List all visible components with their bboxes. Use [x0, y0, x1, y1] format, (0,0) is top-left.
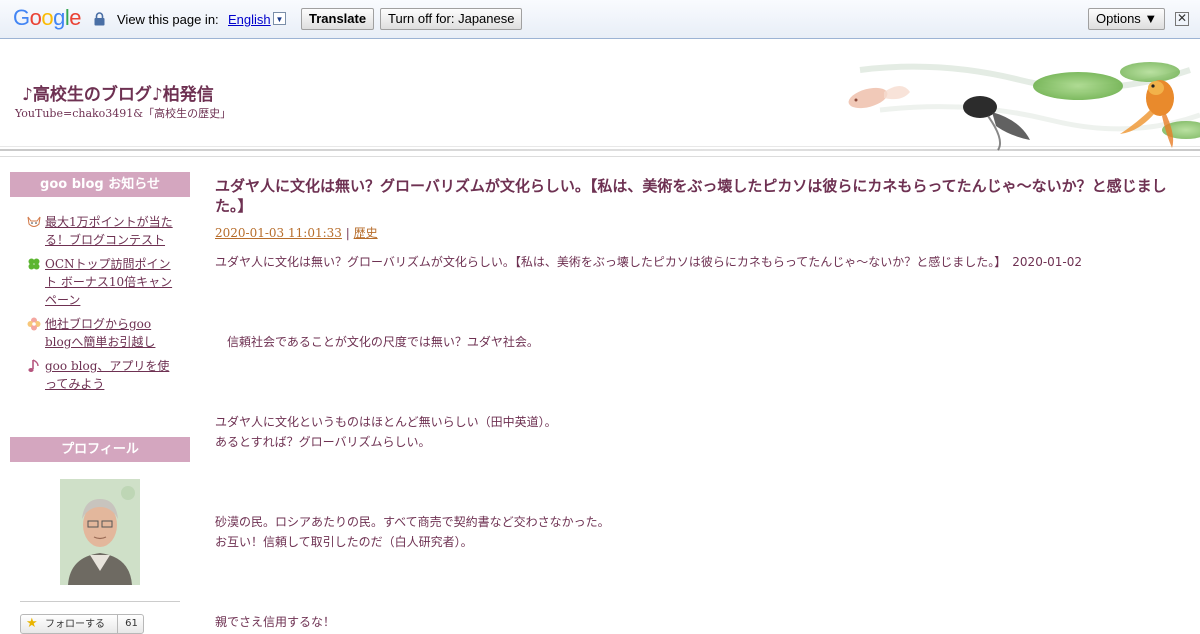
- header-divider: [0, 156, 1200, 157]
- profile-photo: [60, 479, 140, 585]
- follower-count: 61: [117, 615, 145, 633]
- blog-title[interactable]: ♪高校生のブログ♪柏発信: [22, 80, 214, 105]
- goldfish-header-art: [848, 62, 1200, 151]
- list-item[interactable]: 最大1万ポイントが当たる！ブログコンテスト: [27, 213, 177, 249]
- profile-heading: プロフィール: [10, 437, 190, 462]
- blog-header: ♪高校生のブログ♪柏発信 YouTube=chako3491&「高校生の歴史」: [0, 40, 1200, 157]
- notice-list: 最大1万ポイントが当たる！ブログコンテスト OCNトップ訪問ポイント ボーナス1…: [27, 213, 177, 399]
- translate-button[interactable]: Translate: [301, 8, 375, 30]
- avatar[interactable]: [60, 479, 140, 585]
- post-body-line: あるとすれば？グローバリズムらしい。: [215, 435, 431, 449]
- post-body-line: 砂漠の民。ロシアあたりの民。すべて商売で契約書など交わさなかった。: [215, 515, 610, 529]
- notice-heading: goo blog お知らせ: [10, 172, 190, 197]
- options-button[interactable]: Options ▼: [1088, 8, 1166, 30]
- notice-link[interactable]: 他社ブログからgoo blogへ簡単お引越し: [45, 317, 155, 349]
- google-translate-bar: Google View this page in: English ▼ Tran…: [0, 0, 1200, 39]
- post-datetime-link[interactable]: 2020-01-03 11:01:33: [215, 226, 342, 240]
- google-logo: Google: [13, 5, 82, 30]
- close-icon[interactable]: ✕: [1175, 12, 1189, 26]
- post-meta: 2020-01-03 11:01:33 | 歴史: [215, 224, 378, 241]
- meta-separator: |: [345, 226, 350, 240]
- list-item[interactable]: 他社ブログからgoo blogへ簡単お引越し: [27, 315, 177, 351]
- notice-link[interactable]: OCNトップ訪問ポイント ボーナス10倍キャンペーン: [45, 257, 172, 307]
- notice-link[interactable]: 最大1万ポイントが当たる！ブログコンテスト: [45, 215, 173, 247]
- fox-icon: [27, 216, 41, 227]
- post-title[interactable]: ユダヤ人に文化は無い？グローバリズムが文化らしい。【私は、美術をぶっ壊したピカソ…: [215, 176, 1180, 216]
- follow-button[interactable]: ★ フォローする 61: [20, 614, 144, 634]
- sidebar-divider: [20, 601, 180, 602]
- list-item[interactable]: goo blog、アプリを使ってみよう: [27, 357, 177, 393]
- list-item[interactable]: OCNトップ訪問ポイント ボーナス10倍キャンペーン: [27, 255, 177, 309]
- post-body-line: 信頼社会であることが文化の尺度では無い？ユダヤ社会。: [215, 335, 539, 349]
- post-body-line: 親でさえ信用するな！: [215, 615, 336, 629]
- post-body-line: ユダヤ人に文化は無い？グローバリズムが文化らしい。【私は、美術をぶっ壊したピカソ…: [215, 255, 1083, 269]
- blog-subtitle: YouTube=chako3491&「高校生の歴史」: [15, 107, 232, 120]
- post-body-line: お互い！信頼して取引したのだ（白人研究者）。: [215, 535, 473, 549]
- music-note-icon: [28, 359, 39, 372]
- post-category-link[interactable]: 歴史: [354, 226, 378, 240]
- flower-icon: [27, 317, 41, 331]
- post-body-line: ユダヤ人に文化というものはほとんど無いらしい（田中英道）。: [215, 415, 557, 429]
- lock-icon: [94, 12, 105, 26]
- turn-off-button[interactable]: Turn off for: Japanese: [380, 8, 523, 30]
- dropdown-arrow-icon[interactable]: ▼: [273, 12, 286, 25]
- clover-icon: [28, 258, 40, 270]
- notice-link[interactable]: goo blog、アプリを使ってみよう: [45, 359, 169, 391]
- language-select[interactable]: English: [228, 12, 271, 27]
- view-page-label: View this page in:: [117, 12, 219, 27]
- star-icon: ★: [26, 616, 38, 631]
